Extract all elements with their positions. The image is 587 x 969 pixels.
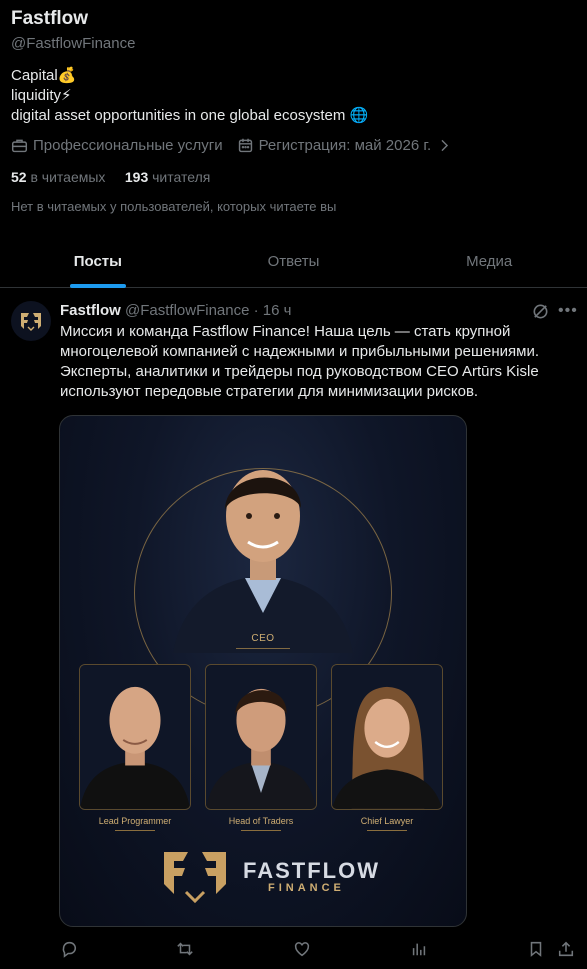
like-icon bbox=[294, 942, 310, 957]
repost-icon bbox=[177, 942, 193, 956]
post-header: Fastflow @FastflowFinance · 16 ч bbox=[60, 302, 291, 319]
post-author[interactable]: Fastflow bbox=[60, 302, 121, 319]
team-label: Lead Programmer bbox=[98, 816, 172, 826]
divider bbox=[115, 830, 155, 831]
active-tab-indicator bbox=[69, 284, 126, 288]
bio-line: Capital💰 bbox=[11, 67, 77, 84]
bookmark-button[interactable] bbox=[527, 940, 545, 958]
tab-media[interactable]: Медиа bbox=[391, 236, 587, 287]
profile-bio: Capital💰 liquidity⚡ digital asset opport… bbox=[11, 66, 368, 126]
profile-handle: @FastflowFinance bbox=[11, 35, 136, 52]
ceo-label: CEO bbox=[251, 633, 275, 644]
fastflow-logo-icon bbox=[21, 313, 41, 331]
post-text: Миссия и команда Fastflow Finance! Наша … bbox=[60, 323, 540, 400]
team-card-chief-lawyer bbox=[331, 664, 443, 810]
tab-posts[interactable]: Посты bbox=[0, 236, 196, 288]
divider bbox=[367, 830, 407, 831]
team-label: Head of Traders bbox=[228, 816, 294, 826]
post-actions bbox=[0, 940, 587, 962]
followers-you-know-note: Нет в читаемых у пользователей, которых … bbox=[11, 199, 337, 214]
chevron-right-icon bbox=[441, 139, 449, 152]
like-button[interactable] bbox=[293, 940, 311, 958]
post-handle-time[interactable]: @FastflowFinance · 16 ч bbox=[125, 302, 291, 319]
views-button[interactable] bbox=[410, 940, 428, 958]
followers-count: 193 bbox=[124, 169, 149, 185]
tab-label: Посты bbox=[73, 253, 122, 270]
category-label: Профессиональные услуги bbox=[33, 137, 223, 154]
reply-icon bbox=[62, 941, 76, 958]
followers-label: читателя bbox=[152, 169, 211, 185]
calendar-icon bbox=[238, 138, 252, 153]
tab-label: Медиа bbox=[466, 253, 513, 270]
logo-wordmark: FASTFLOW bbox=[243, 858, 380, 883]
tab-replies[interactable]: Ответы bbox=[196, 236, 392, 287]
profile-joined[interactable]: Регистрация: май 2026 г. bbox=[237, 137, 454, 154]
profile-tabs: Посты Ответы Медиа bbox=[0, 236, 587, 288]
repost-button[interactable] bbox=[176, 940, 194, 958]
share-button[interactable] bbox=[557, 940, 575, 958]
tab-label: Ответы bbox=[267, 253, 320, 270]
team-portrait bbox=[332, 665, 442, 809]
joined-label: Регистрация: май 2026 г. bbox=[258, 137, 432, 154]
team-portrait bbox=[80, 665, 190, 809]
profile-category: Профессиональные услуги bbox=[11, 137, 223, 154]
following-link[interactable]: 52 в читаемых bbox=[11, 169, 105, 185]
team-card-head-of-traders bbox=[205, 664, 317, 810]
team-label: Chief Lawyer bbox=[360, 816, 414, 826]
share-icon bbox=[558, 941, 574, 957]
grok-icon[interactable] bbox=[531, 302, 550, 321]
briefcase-icon bbox=[11, 139, 28, 153]
ceo-portrait bbox=[173, 470, 353, 653]
fastflow-logo-mark bbox=[164, 852, 226, 904]
divider bbox=[236, 648, 290, 649]
profile-name: Fastflow bbox=[11, 8, 89, 29]
team-portrait bbox=[206, 665, 316, 809]
logo-subtitle: FINANCE bbox=[268, 882, 345, 894]
reply-button[interactable] bbox=[60, 940, 78, 958]
following-label: в читаемых bbox=[30, 169, 106, 185]
bookmark-icon bbox=[530, 941, 542, 957]
avatar[interactable] bbox=[11, 301, 51, 341]
followers-link[interactable]: 193 читателя bbox=[125, 169, 210, 185]
divider bbox=[241, 830, 281, 831]
bio-line: liquidity⚡ bbox=[11, 87, 72, 104]
post-media-image[interactable]: CEO Lead Programmer Head of Traders Chie… bbox=[59, 415, 467, 927]
follow-counts: 52 в читаемых 193 читателя bbox=[11, 169, 210, 185]
team-card-lead-programmer bbox=[79, 664, 191, 810]
bio-line: digital asset opportunities in one globa… bbox=[11, 107, 369, 124]
views-icon bbox=[412, 943, 426, 956]
following-count: 52 bbox=[11, 169, 27, 185]
profile-meta: Профессиональные услуги Регистрация: май… bbox=[11, 137, 467, 154]
more-icon[interactable]: ••• bbox=[558, 302, 578, 320]
